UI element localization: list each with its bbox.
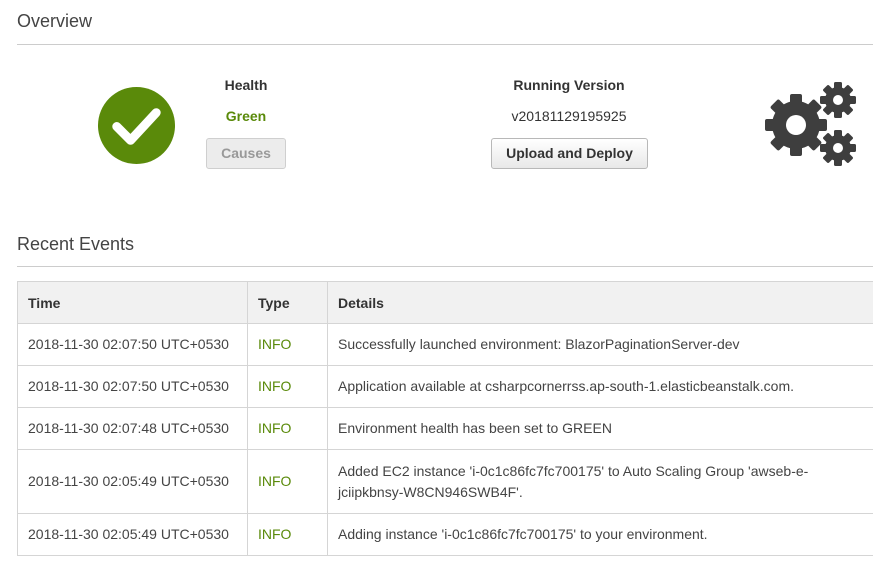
- table-row: 2018-11-30 02:07:50 UTC+0530 INFO Applic…: [17, 365, 873, 408]
- recent-events-divider: [17, 266, 873, 267]
- event-details: Adding instance 'i-0c1c86fc7fc700175' to…: [327, 513, 873, 556]
- event-time: 2018-11-30 02:05:49 UTC+0530: [17, 513, 248, 556]
- column-header-time[interactable]: Time: [17, 281, 248, 324]
- event-time: 2018-11-30 02:05:49 UTC+0530: [17, 449, 248, 514]
- event-details: Successfully launched environment: Blazo…: [327, 323, 873, 366]
- event-details: Environment health has been set to GREEN: [327, 407, 873, 450]
- event-time: 2018-11-30 02:07:50 UTC+0530: [17, 365, 248, 408]
- causes-button[interactable]: Causes: [206, 138, 286, 169]
- gears-icon: [765, 82, 856, 166]
- event-type: INFO: [247, 449, 328, 514]
- health-status: Green: [225, 108, 267, 124]
- overview-title: Overview: [17, 11, 93, 31]
- event-type: INFO: [247, 365, 328, 408]
- event-type: INFO: [247, 513, 328, 556]
- column-header-type[interactable]: Type: [247, 281, 328, 324]
- event-details: Application available at csharpcornerrss…: [327, 365, 873, 408]
- health-label: Health: [224, 77, 268, 93]
- table-row: 2018-11-30 02:07:48 UTC+0530 INFO Enviro…: [17, 407, 873, 450]
- table-row: 2018-11-30 02:05:49 UTC+0530 INFO Added …: [17, 449, 873, 514]
- events-table: Time Type Details 2018-11-30 02:07:50 UT…: [17, 281, 873, 556]
- event-type: INFO: [247, 323, 328, 366]
- check-circle-icon: [97, 86, 176, 165]
- column-header-details[interactable]: Details: [327, 281, 873, 324]
- recent-events-title: Recent Events: [17, 234, 135, 254]
- event-time: 2018-11-30 02:07:50 UTC+0530: [17, 323, 248, 366]
- table-row: 2018-11-30 02:05:49 UTC+0530 INFO Adding…: [17, 513, 873, 556]
- event-details: Added EC2 instance 'i-0c1c86fc7fc700175'…: [327, 449, 873, 514]
- upload-and-deploy-button[interactable]: Upload and Deploy: [491, 138, 648, 169]
- page: Overview Health Green Causes Running Ver…: [0, 0, 873, 567]
- running-version-label: Running Version: [513, 77, 625, 93]
- events-header-row: Time Type Details: [17, 281, 873, 324]
- running-version-value: v20181129195925: [511, 108, 627, 124]
- table-row: 2018-11-30 02:07:50 UTC+0530 INFO Succes…: [17, 323, 873, 366]
- overview-divider: [17, 44, 873, 45]
- event-time: 2018-11-30 02:07:48 UTC+0530: [17, 407, 248, 450]
- event-type: INFO: [247, 407, 328, 450]
